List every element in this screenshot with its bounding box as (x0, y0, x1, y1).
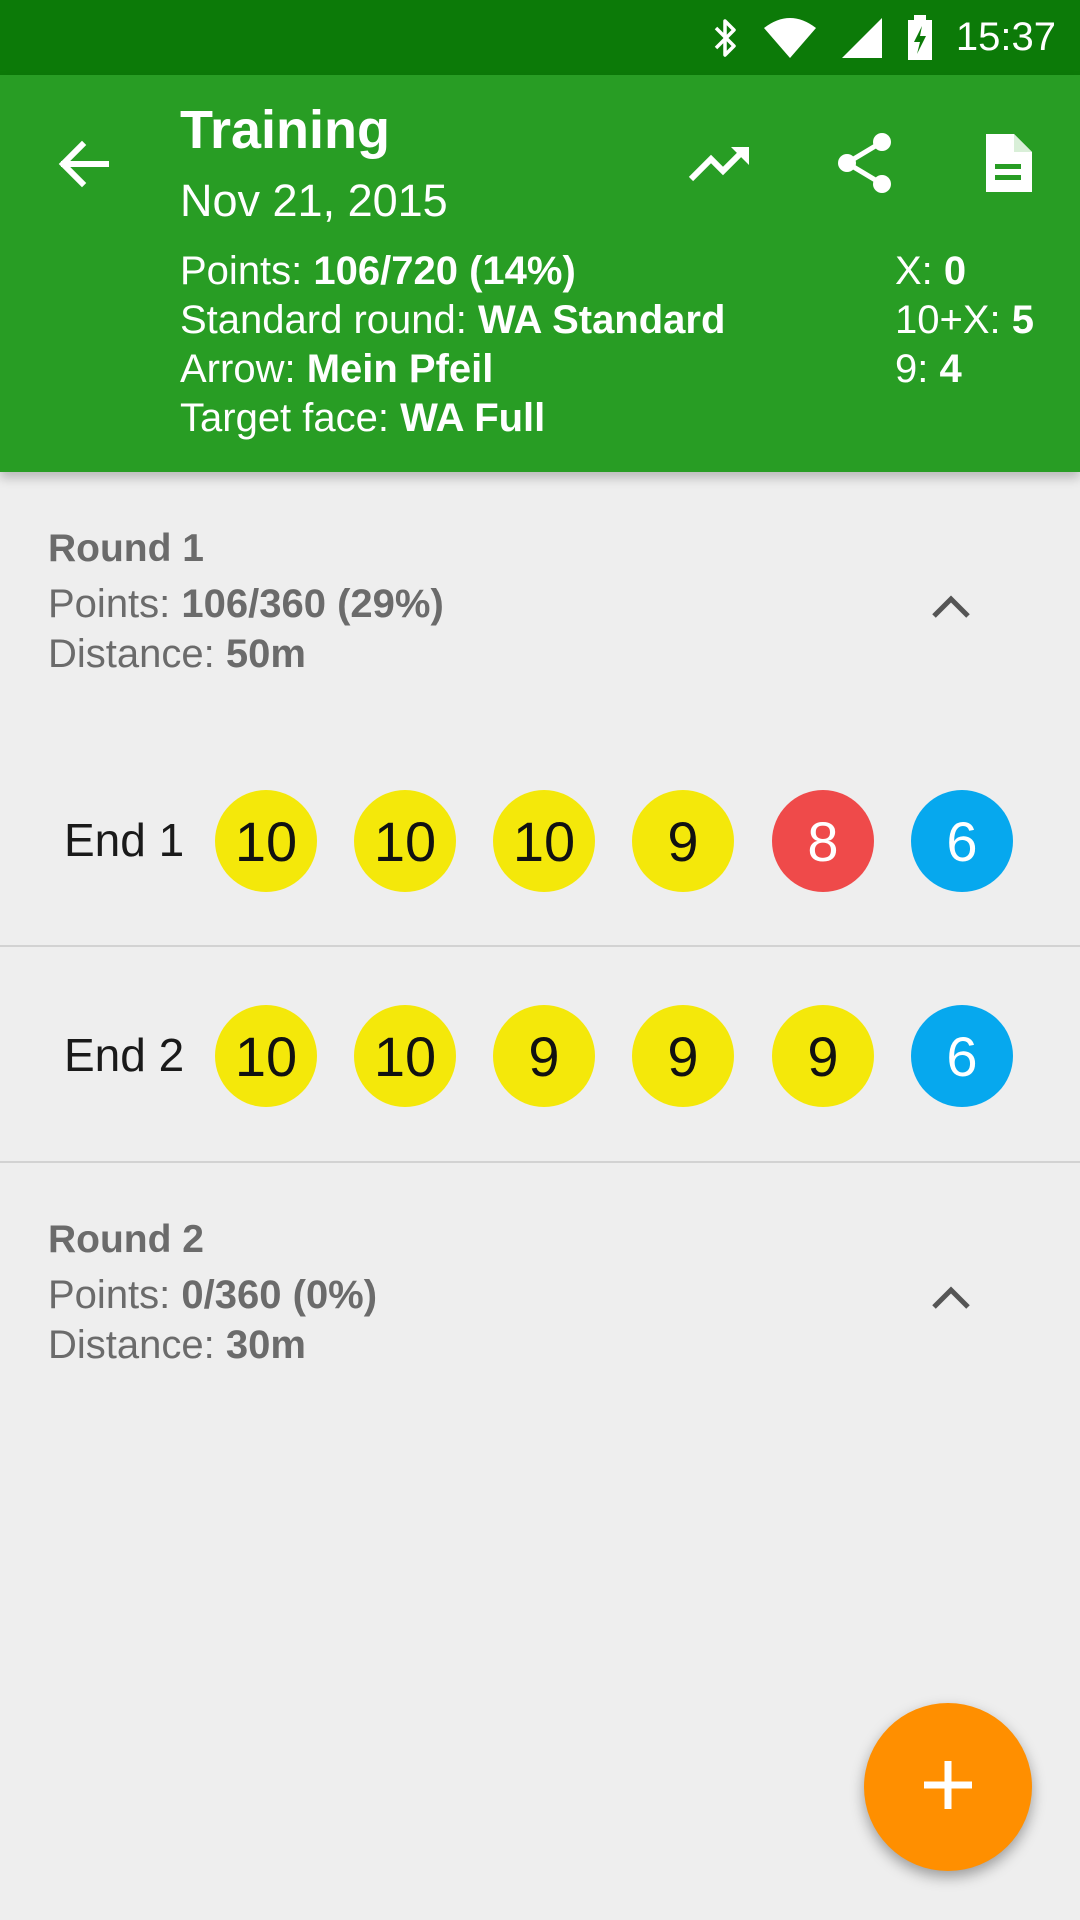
round-distance-value: 50m (225, 632, 306, 676)
target-face-info: Target face: WA Full (180, 394, 725, 443)
document-icon (982, 132, 1034, 199)
end-row-2[interactable]: End 2 10 10 9 9 9 6 (0, 947, 1080, 1163)
round-points: Points: 0/360 (0%) (48, 1270, 1028, 1320)
arrow-info: Arrow: Mein Pfeil (180, 345, 725, 394)
round-points: Points: 106/360 (29%) (48, 579, 1028, 629)
page-title: Training (180, 100, 391, 160)
arrow-score: 10 (215, 1005, 317, 1107)
chevron-up-icon (926, 595, 976, 636)
ten-x-count-label: 10+X: (895, 298, 1012, 342)
points-summary: Points: 106/720 (14%) (180, 247, 725, 296)
arrow-score: 10 (354, 1005, 456, 1107)
bluetooth-icon (710, 16, 740, 60)
arrow-score: 9 (632, 790, 734, 892)
plus-icon (916, 1753, 980, 1822)
back-arrow-icon (50, 140, 120, 204)
arrow-score: 6 (911, 790, 1013, 892)
end-label: End 2 (64, 1029, 185, 1081)
end-label: End 1 (64, 814, 185, 866)
round-title: Round 1 (48, 527, 204, 570)
share-icon (835, 131, 895, 200)
arrow-score: 10 (215, 790, 317, 892)
status-time: 15:37 (955, 15, 1056, 59)
wifi-icon (762, 16, 818, 60)
round-distance-label: Distance: (48, 632, 226, 676)
arrow-score: 9 (632, 1005, 734, 1107)
round-distance-value: 30m (225, 1323, 306, 1367)
trending-up-icon (687, 141, 753, 190)
standard-round-label: Standard round: (180, 298, 478, 342)
round-points-value: 0/360 (0%) (181, 1273, 378, 1317)
points-label: Points: (180, 249, 314, 293)
hit-counts: X: 0 10+X: 5 9: 4 (895, 247, 1034, 394)
arrow-score: 9 (772, 1005, 874, 1107)
round-points-value: 106/360 (29%) (181, 582, 444, 626)
add-end-button[interactable] (864, 1703, 1032, 1871)
statistics-button[interactable] (680, 125, 760, 205)
divider (0, 1161, 1080, 1163)
share-button[interactable] (825, 125, 905, 205)
nine-count-value: 4 (939, 347, 962, 391)
nine-count: 9: 4 (895, 345, 1034, 394)
training-date: Nov 21, 2015 (180, 175, 448, 226)
arrow-value: Mein Pfeil (306, 347, 494, 391)
round-title: Round 2 (48, 1218, 204, 1261)
round-header-1[interactable]: Round 1 Points: 106/360 (29%) Distance: … (48, 527, 1028, 679)
ten-x-count-value: 5 (1011, 298, 1035, 342)
cell-signal-icon (840, 16, 884, 60)
round-points-label: Points: (48, 582, 182, 626)
target-face-value: WA Full (400, 396, 546, 440)
round-distance: Distance: 30m (48, 1320, 1028, 1370)
x-count-value: 0 (943, 249, 967, 293)
round-distance: Distance: 50m (48, 629, 1028, 679)
arrow-score: 9 (493, 1005, 595, 1107)
x-count: X: 0 (895, 247, 1034, 296)
round-header-2[interactable]: Round 2 Points: 0/360 (0%) Distance: 30m (48, 1218, 1028, 1370)
export-document-button[interactable] (968, 125, 1048, 205)
training-header: Training Nov 21, 2015 Points: 106/720 (1… (0, 75, 1080, 472)
round-distance-label: Distance: (48, 1323, 226, 1367)
target-face-label: Target face: (180, 396, 401, 440)
standard-round-info: Standard round: WA Standard (180, 296, 725, 345)
arrow-score: 8 (772, 790, 874, 892)
nine-count-label: 9: (895, 347, 940, 391)
battery-charging-icon (906, 14, 934, 62)
standard-round-value: WA Standard (478, 298, 726, 342)
collapse-round-button[interactable] (926, 1273, 976, 1323)
training-info: Points: 106/720 (14%) Standard round: WA… (180, 247, 725, 443)
back-button[interactable] (50, 130, 120, 200)
x-count-label: X: (895, 249, 944, 293)
status-bar: 15:37 (0, 0, 1080, 75)
ten-x-count: 10+X: 5 (895, 296, 1034, 345)
end-row-1[interactable]: End 1 10 10 10 9 8 6 (0, 732, 1080, 948)
round-points-label: Points: (48, 1273, 182, 1317)
status-icons: 15:37 (710, 0, 1056, 75)
arrow-score: 10 (493, 790, 595, 892)
chevron-up-icon (926, 1286, 976, 1327)
arrow-label: Arrow: (180, 347, 307, 391)
arrow-score: 10 (354, 790, 456, 892)
collapse-round-button[interactable] (926, 582, 976, 632)
points-value: 106/720 (14%) (313, 249, 576, 293)
arrow-score: 6 (911, 1005, 1013, 1107)
